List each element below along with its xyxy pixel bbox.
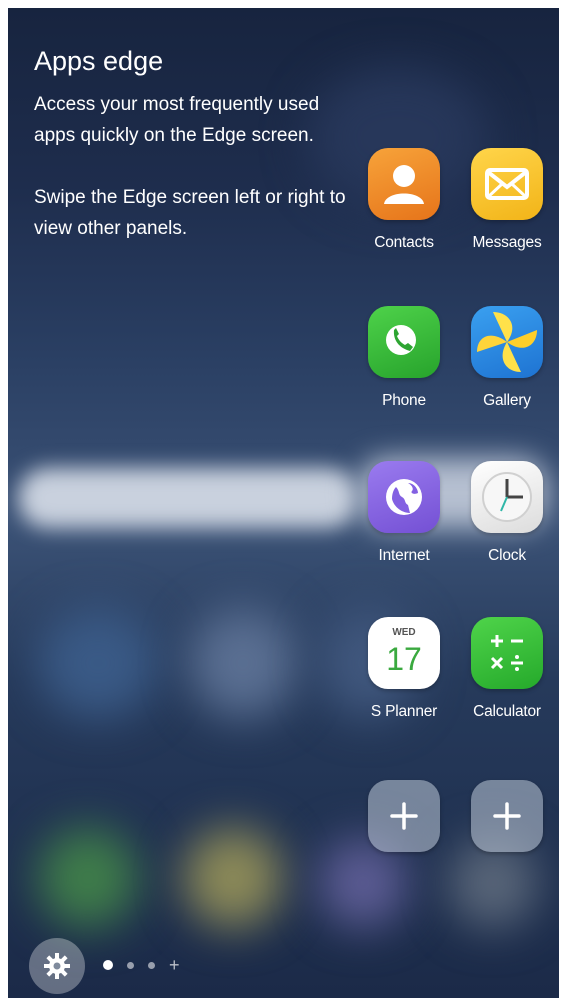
clock-icon[interactable]: [471, 461, 543, 533]
app-label: Phone: [382, 392, 426, 409]
app-s-planner[interactable]: WED 17 S Planner: [356, 617, 452, 721]
phone-icon[interactable]: [368, 306, 440, 378]
panel-description-2: Swipe the Edge screen left or right to v…: [34, 187, 346, 239]
calculator-icon[interactable]: [471, 617, 543, 689]
app-phone[interactable]: Phone: [356, 306, 452, 410]
app-messages[interactable]: Messages: [459, 148, 555, 252]
page-dot-active: [103, 960, 113, 970]
app-label: Internet: [378, 547, 430, 564]
add-app-slot[interactable]: [356, 780, 452, 852]
app-label: Clock: [488, 547, 526, 564]
background-blur: [183, 828, 283, 928]
contacts-icon[interactable]: [368, 148, 440, 220]
add-app-slot[interactable]: [459, 780, 555, 852]
background-blur: [38, 608, 158, 718]
app-label: Calculator: [473, 703, 541, 720]
calendar-date: 17: [386, 641, 422, 677]
background-blur: [18, 468, 358, 528]
settings-button[interactable]: [29, 938, 85, 994]
app-label: Messages: [472, 234, 542, 251]
bottom-bar: +: [8, 928, 559, 998]
messages-icon[interactable]: [471, 148, 543, 220]
gear-icon: [44, 953, 70, 979]
app-calculator[interactable]: Calculator: [459, 617, 555, 721]
plus-icon[interactable]: [471, 780, 543, 852]
page-dot: [148, 961, 155, 969]
app-internet[interactable]: Internet: [356, 461, 452, 565]
panel-description: Apps edge Access your most frequently us…: [34, 46, 354, 244]
internet-icon[interactable]: [368, 461, 440, 533]
app-label: Contacts: [374, 234, 434, 251]
app-gallery[interactable]: Gallery: [459, 306, 555, 410]
edge-panel-screen: Apps edge Access your most frequently us…: [8, 8, 559, 998]
gallery-icon[interactable]: [471, 306, 543, 378]
app-contacts[interactable]: Contacts: [356, 148, 452, 252]
panel-title: Apps edge: [34, 46, 164, 76]
app-label: Gallery: [483, 392, 531, 409]
calendar-icon[interactable]: WED 17: [368, 617, 440, 689]
add-panel-icon: +: [169, 955, 180, 975]
background-blur: [38, 828, 138, 928]
page-dot: [127, 961, 134, 969]
app-label: S Planner: [370, 703, 438, 720]
plus-icon[interactable]: [368, 780, 440, 852]
page-indicator: +: [103, 955, 180, 975]
background-blur: [188, 608, 298, 718]
panel-description-1: Access your most frequently used apps qu…: [34, 94, 320, 146]
calendar-day: WED: [392, 627, 416, 638]
app-clock[interactable]: Clock: [459, 461, 555, 565]
